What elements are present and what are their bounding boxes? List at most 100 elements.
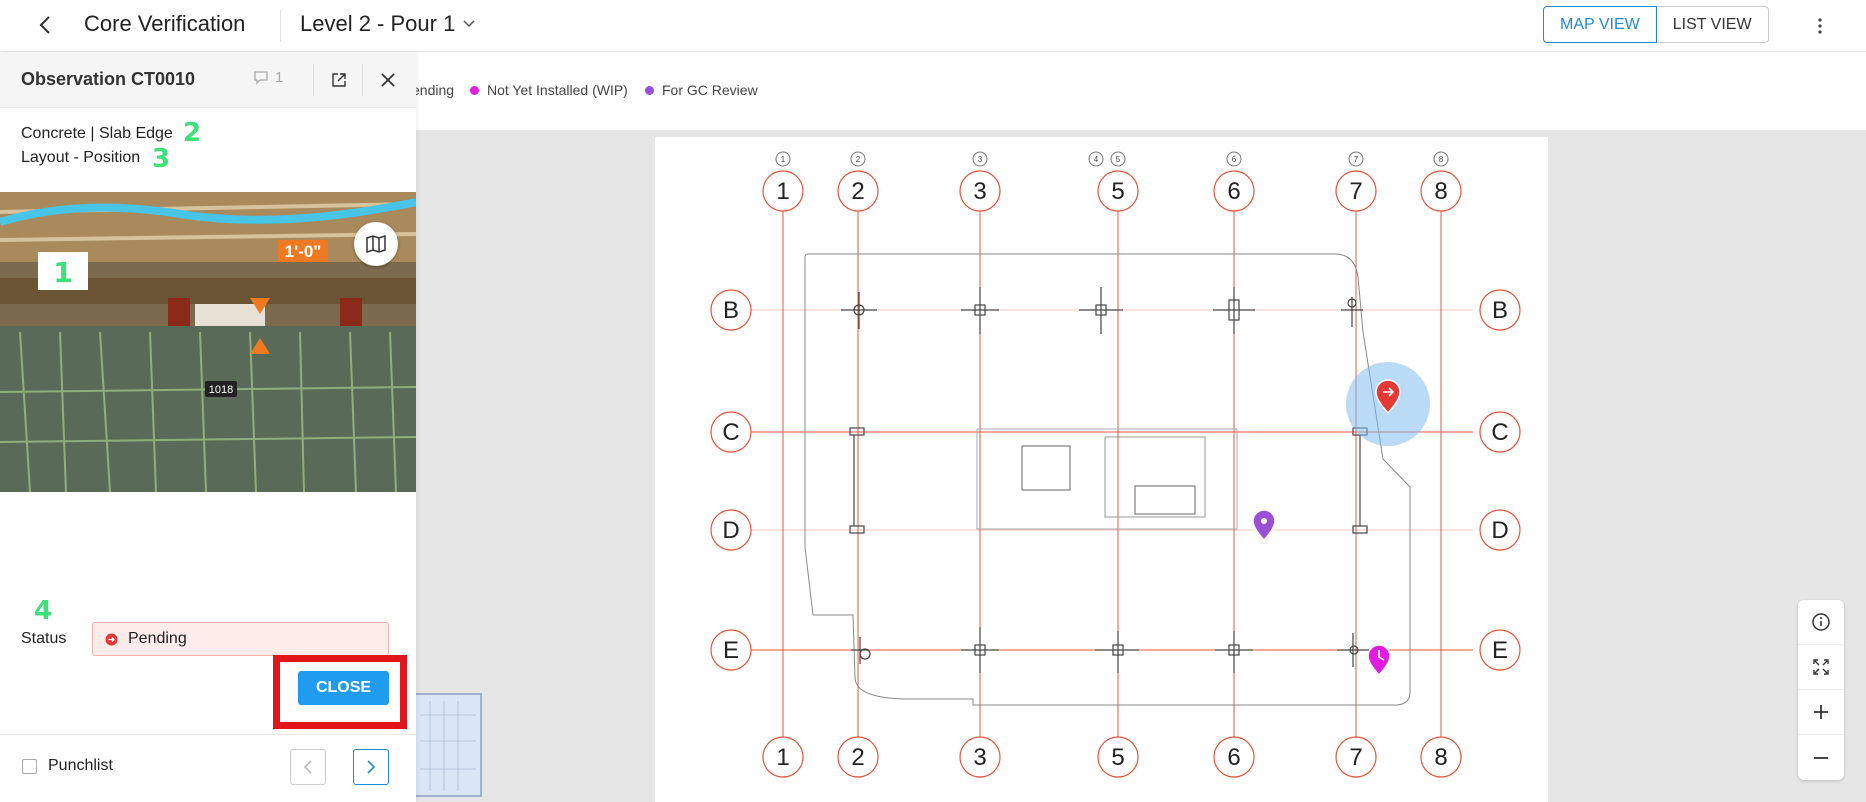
minimap-grid bbox=[420, 701, 476, 791]
observation-photo[interactable]: 1'-0" 1018 1 bbox=[0, 192, 416, 492]
dimension-label: 1'-0" bbox=[285, 242, 322, 261]
divider bbox=[362, 64, 363, 96]
svg-text:4: 4 bbox=[1094, 155, 1099, 164]
observation-panel: Observation CT0010 1 Concrete | Slab Edg… bbox=[0, 52, 416, 802]
annotation-number: 4 bbox=[34, 596, 53, 626]
observation-title: Observation CT0010 bbox=[21, 69, 196, 89]
map-icon bbox=[366, 234, 386, 254]
close-observation-button[interactable]: CLOSE bbox=[298, 671, 389, 705]
close-panel-button[interactable] bbox=[374, 66, 402, 94]
row-bubbles: B C D E B C D E bbox=[710, 289, 1521, 671]
floor-plan-sheet[interactable]: 1 2 3 4 5 6 7 8 1 2 3 5 6 7 8 1 2 3 5 6 … bbox=[655, 137, 1548, 802]
wip-pin-icon[interactable] bbox=[1367, 644, 1391, 677]
info-button[interactable] bbox=[1798, 600, 1844, 645]
legend-item-wip: Not Yet Installed (WIP) bbox=[470, 82, 628, 98]
svg-text:1: 1 bbox=[781, 155, 786, 164]
list-view-button[interactable]: LIST VIEW bbox=[1656, 6, 1769, 43]
small-column-labels: 1 2 3 4 5 6 7 8 bbox=[775, 151, 1449, 167]
column-bubbles-top: 1 2 3 5 6 7 8 bbox=[762, 170, 1462, 212]
divider bbox=[313, 64, 314, 96]
back-arrow-icon bbox=[39, 16, 50, 34]
comment-count: 1 bbox=[275, 69, 284, 86]
svg-text:D: D bbox=[722, 517, 739, 544]
comment-icon bbox=[254, 71, 268, 85]
svg-text:2: 2 bbox=[851, 178, 864, 205]
punchlist-checkbox[interactable] bbox=[22, 759, 37, 774]
status-field[interactable]: Pending bbox=[92, 622, 389, 656]
trade-label: Concrete | Slab Edge bbox=[21, 125, 173, 142]
panel-footer: Punchlist bbox=[0, 734, 416, 802]
punchlist-label: Punchlist bbox=[48, 757, 113, 774]
map-view-button[interactable]: MAP VIEW bbox=[1543, 6, 1657, 43]
grid-lines bbox=[731, 205, 1473, 737]
svg-text:7: 7 bbox=[1349, 178, 1362, 205]
svg-text:E: E bbox=[723, 637, 739, 664]
svg-text:1: 1 bbox=[776, 178, 789, 205]
top-bar: Core Verification Level 2 - Pour 1 MAP V… bbox=[0, 0, 1866, 52]
more-vert-icon bbox=[1818, 18, 1822, 34]
legend-item-gc-review: For GC Review bbox=[645, 82, 758, 98]
panel-header: Observation CT0010 1 bbox=[0, 52, 416, 108]
legend-label: Not Yet Installed (WIP) bbox=[487, 82, 628, 98]
zoom-in-button[interactable] bbox=[1798, 690, 1844, 735]
legend-bar: ending Not Yet Installed (WIP) For GC Re… bbox=[412, 52, 1866, 130]
svg-text:2: 2 bbox=[856, 155, 861, 164]
chevron-down-icon bbox=[463, 20, 475, 28]
status-value: Pending bbox=[128, 630, 187, 647]
back-button[interactable] bbox=[30, 10, 60, 40]
next-observation-button[interactable] bbox=[353, 749, 389, 785]
view-toggle: MAP VIEW LIST VIEW bbox=[1543, 6, 1769, 43]
svg-text:6: 6 bbox=[1227, 178, 1240, 205]
zoom-out-button[interactable] bbox=[1798, 735, 1844, 780]
svg-text:8: 8 bbox=[1434, 744, 1447, 771]
legend-item-pending: ending bbox=[412, 82, 454, 98]
slab-outline bbox=[804, 253, 1411, 706]
open-external-icon bbox=[332, 73, 346, 87]
divider bbox=[280, 10, 281, 42]
svg-text:3: 3 bbox=[978, 155, 983, 164]
svg-text:6: 6 bbox=[1227, 744, 1240, 771]
app-title: Core Verification bbox=[84, 11, 246, 36]
fit-screen-icon bbox=[1813, 659, 1829, 675]
svg-text:E: E bbox=[1492, 637, 1508, 664]
status-label: Status bbox=[21, 630, 67, 647]
svg-text:C: C bbox=[1491, 419, 1508, 446]
svg-text:8: 8 bbox=[1439, 155, 1444, 164]
zoom-out-icon bbox=[1814, 756, 1828, 759]
level-label: Level 2 - Pour 1 bbox=[300, 11, 456, 36]
svg-text:C: C bbox=[722, 419, 739, 446]
chevron-right-icon bbox=[367, 760, 376, 774]
svg-text:7: 7 bbox=[1349, 744, 1362, 771]
svg-text:6: 6 bbox=[1232, 155, 1237, 164]
more-options-button[interactable] bbox=[1808, 11, 1832, 41]
svg-text:1: 1 bbox=[776, 744, 789, 771]
column-bubbles-bottom: 1 2 3 5 6 7 8 bbox=[762, 736, 1462, 778]
svg-text:D: D bbox=[1491, 517, 1508, 544]
svg-text:8: 8 bbox=[1434, 178, 1447, 205]
legend-dot bbox=[470, 85, 479, 95]
tag-label: 1018 bbox=[209, 384, 233, 396]
chevron-left-icon bbox=[303, 760, 312, 774]
zoom-in-icon bbox=[1814, 705, 1828, 719]
svg-text:5: 5 bbox=[1116, 155, 1121, 164]
legend-label: ending bbox=[412, 82, 455, 98]
legend-dot bbox=[645, 85, 654, 95]
map-tools bbox=[1798, 600, 1844, 780]
level-selector[interactable]: Level 2 - Pour 1 bbox=[300, 11, 475, 37]
comments-button[interactable]: 1 bbox=[253, 69, 283, 86]
svg-text:5: 5 bbox=[1111, 744, 1124, 771]
annotation-number: 2 bbox=[183, 118, 202, 148]
svg-text:5: 5 bbox=[1111, 178, 1124, 205]
svg-text:B: B bbox=[1492, 297, 1508, 324]
legend-label: For GC Review bbox=[662, 82, 758, 98]
fit-screen-button[interactable] bbox=[1798, 645, 1844, 690]
open-external-button[interactable] bbox=[325, 66, 353, 94]
annotation-number: 1 bbox=[53, 256, 72, 289]
svg-text:B: B bbox=[723, 297, 739, 324]
pending-status-icon bbox=[105, 633, 118, 645]
svg-text:2: 2 bbox=[851, 744, 864, 771]
photo-map-button[interactable] bbox=[354, 222, 398, 266]
minimap[interactable] bbox=[416, 693, 482, 797]
gc-review-pin-icon[interactable] bbox=[1252, 509, 1276, 542]
previous-observation-button[interactable] bbox=[290, 749, 326, 785]
